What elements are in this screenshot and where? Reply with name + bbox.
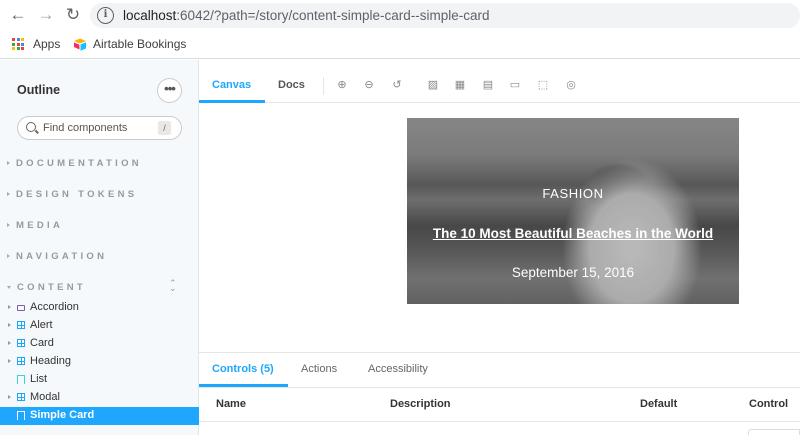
caret-down-icon xyxy=(7,285,11,289)
tab-docs[interactable]: Docs xyxy=(278,79,305,91)
sidebar-title: Outline xyxy=(17,83,61,97)
preview-toolbar: Canvas Docs ⊕ ⊖ ↺ ▨ ▦ ▤ ▭ ⬚ ◎ xyxy=(199,68,800,103)
component-icon xyxy=(17,393,25,401)
sidebar-item-accordion[interactable]: Accordion xyxy=(0,299,199,317)
active-tab-indicator xyxy=(199,100,265,103)
tab-actions[interactable]: Actions xyxy=(301,363,337,375)
storybook-sidebar: Outline ••• Find components / DOCUMENTAT… xyxy=(0,60,199,435)
folder-icon xyxy=(17,305,25,311)
sidebar-item-card[interactable]: Card xyxy=(0,335,199,353)
component-icon xyxy=(17,339,25,347)
caret-right-icon xyxy=(7,161,10,166)
section-navigation[interactable]: NAVIGATION xyxy=(7,251,107,262)
column-header-name: Name xyxy=(216,398,246,410)
bookmark-airtable[interactable]: Airtable Bookings xyxy=(73,37,186,51)
zoom-in-icon[interactable]: ⊕ xyxy=(336,79,348,91)
expand-collapse-icon[interactable]: ⌃ ⌄ xyxy=(169,279,177,293)
card-title-link[interactable]: The 10 Most Beautiful Beaches in the Wor… xyxy=(407,226,739,241)
simple-card[interactable]: FASHION The 10 Most Beautiful Beaches in… xyxy=(407,118,739,304)
caret-right-icon xyxy=(7,192,10,197)
story-canvas: FASHION The 10 Most Beautiful Beaches in… xyxy=(199,104,800,352)
tab-canvas[interactable]: Canvas xyxy=(212,79,251,91)
zoom-out-icon[interactable]: ⊖ xyxy=(363,79,375,91)
section-media[interactable]: MEDIA xyxy=(7,220,63,231)
card-date: September 15, 2016 xyxy=(511,265,635,280)
bookmarks-bar: Apps Airtable Bookings xyxy=(0,31,800,59)
outline-icon[interactable]: ⬚ xyxy=(537,79,549,91)
url-text: localhost:6042/?path=/story/content-simp… xyxy=(123,8,490,23)
sidebar-item-modal[interactable]: Modal xyxy=(0,389,199,407)
section-content[interactable]: CONTENT xyxy=(7,282,86,293)
component-icon xyxy=(17,321,25,329)
sidebar-menu-button[interactable]: ••• xyxy=(157,78,182,103)
addons-panel: Controls (5) Actions Accessibility Name … xyxy=(199,352,800,435)
airtable-logo-icon xyxy=(74,38,86,51)
card-category: FASHION xyxy=(542,186,604,201)
sidebar-item-alert[interactable]: Alert xyxy=(0,317,199,335)
browser-address-bar: ← → ↻ i localhost:6042/?path=/story/cont… xyxy=(0,0,800,31)
column-header-description: Description xyxy=(390,398,451,410)
forward-arrow-icon[interactable]: → xyxy=(36,5,56,25)
zoom-reset-icon[interactable]: ↺ xyxy=(391,79,403,91)
background-icon[interactable]: ▨ xyxy=(427,79,439,91)
search-input[interactable]: Find components / xyxy=(17,116,182,140)
grid-icon[interactable]: ▦ xyxy=(454,79,466,91)
bookmark-apps[interactable]: Apps xyxy=(12,37,60,51)
back-arrow-icon[interactable]: ← xyxy=(8,5,28,25)
sidebar-item-simple-card[interactable]: Simple Card xyxy=(0,407,199,425)
column-header-default: Default xyxy=(640,398,678,410)
search-shortcut-key: / xyxy=(158,121,171,135)
measure-icon[interactable]: ▭ xyxy=(509,79,521,91)
viewport-icon[interactable]: ▤ xyxy=(482,79,494,91)
apps-grid-icon xyxy=(12,38,24,50)
caret-right-icon xyxy=(7,254,10,259)
url-field[interactable]: i localhost:6042/?path=/story/content-si… xyxy=(90,3,800,28)
caret-right-icon xyxy=(7,223,10,228)
story-icon xyxy=(17,375,25,384)
sidebar-item-list[interactable]: List xyxy=(0,371,199,389)
search-placeholder: Find components xyxy=(43,122,128,134)
site-info-icon[interactable]: i xyxy=(97,7,114,24)
sidebar-item-heading[interactable]: Heading xyxy=(0,353,199,371)
tab-controls[interactable]: Controls (5) xyxy=(212,363,274,375)
section-documentation[interactable]: DOCUMENTATION xyxy=(7,158,142,169)
story-icon xyxy=(17,411,25,420)
component-icon xyxy=(17,357,25,365)
reload-icon[interactable]: ↻ xyxy=(63,5,83,25)
section-design-tokens[interactable]: DESIGN TOKENS xyxy=(7,189,137,200)
control-input[interactable] xyxy=(748,429,800,435)
tab-accessibility[interactable]: Accessibility xyxy=(368,363,428,375)
column-header-control: Control xyxy=(749,398,789,410)
accessibility-icon[interactable]: ◎ xyxy=(565,79,577,91)
search-icon xyxy=(26,122,36,132)
